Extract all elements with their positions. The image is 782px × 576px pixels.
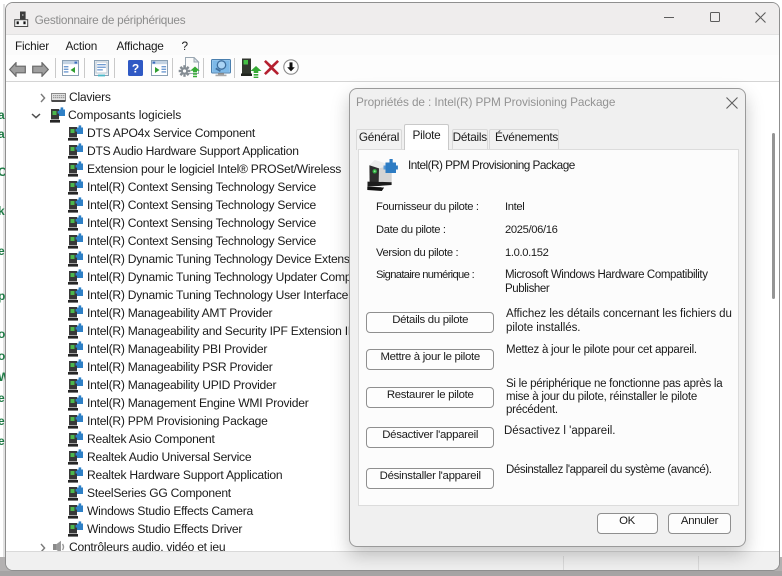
svg-text:?: ?: [132, 62, 139, 76]
